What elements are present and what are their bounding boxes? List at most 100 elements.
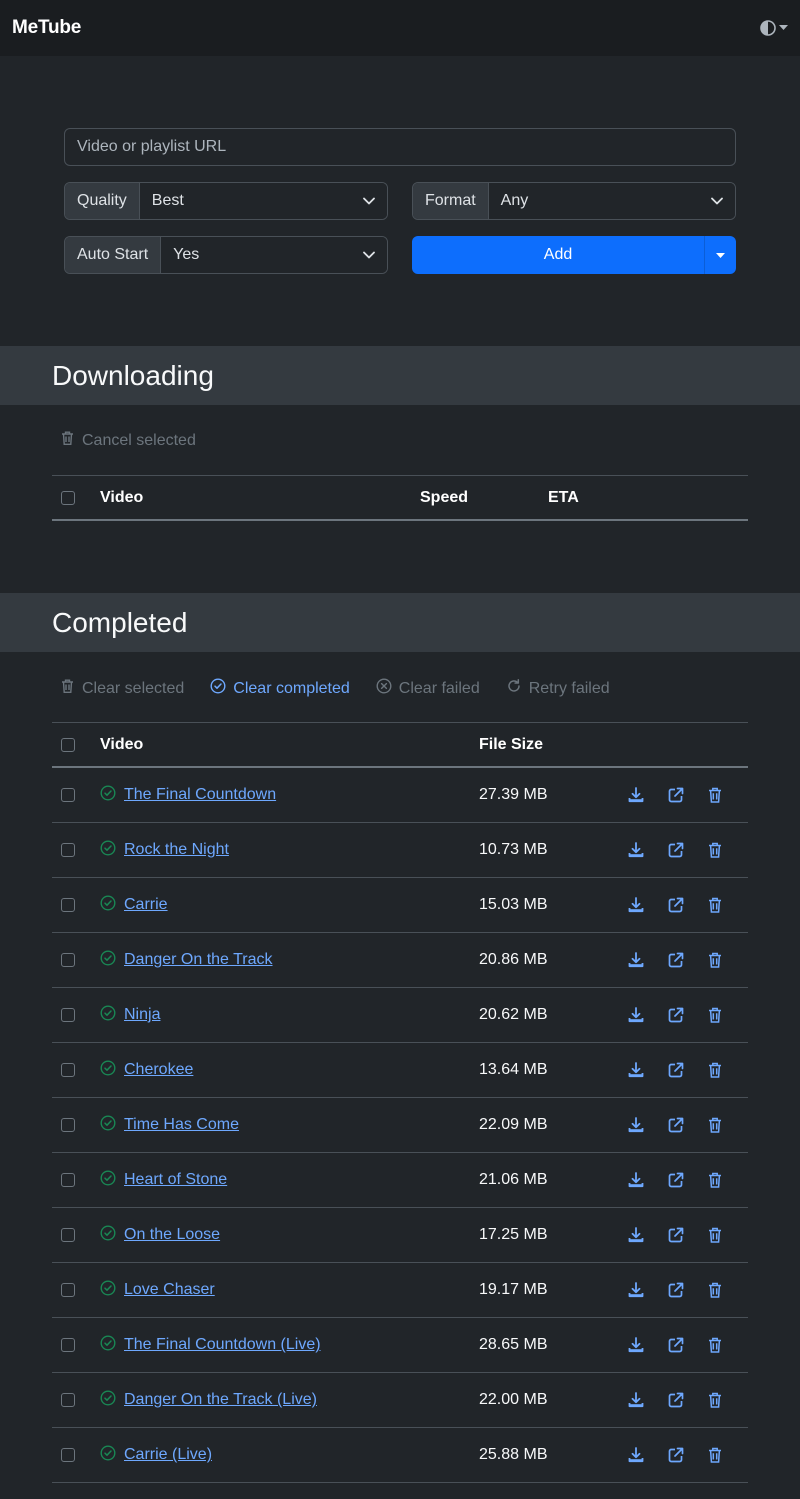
check-circle-icon: [100, 1169, 116, 1191]
external-link-icon[interactable]: [667, 1171, 685, 1189]
video-link[interactable]: On the Loose: [124, 1226, 220, 1244]
trash-icon[interactable]: [707, 1006, 723, 1024]
row-checkbox[interactable]: [61, 1063, 75, 1077]
row-actions: [627, 1061, 723, 1079]
trash-icon[interactable]: [707, 786, 723, 804]
file-size: 20.62 MB: [479, 1006, 548, 1023]
row-actions: [627, 1391, 723, 1409]
download-icon[interactable]: [627, 841, 645, 859]
download-icon[interactable]: [627, 1281, 645, 1299]
retry-failed-label: Retry failed: [528, 679, 610, 697]
external-link-icon[interactable]: [667, 1226, 685, 1244]
trash-icon[interactable]: [707, 1336, 723, 1354]
row-checkbox[interactable]: [61, 1118, 75, 1132]
row-title-cell: Cherokee: [100, 1059, 193, 1081]
retry-failed-button[interactable]: Retry failed: [506, 678, 610, 699]
download-icon[interactable]: [627, 786, 645, 804]
row-actions: [627, 1446, 723, 1464]
format-select[interactable]: Any: [488, 183, 735, 219]
download-icon[interactable]: [627, 1116, 645, 1134]
chevron-down-icon: [363, 246, 375, 264]
external-link-icon[interactable]: [667, 1281, 685, 1299]
external-link-icon[interactable]: [667, 951, 685, 969]
row-checkbox[interactable]: [61, 1228, 75, 1242]
trash-icon[interactable]: [707, 1116, 723, 1134]
check-circle-icon: [100, 1279, 116, 1301]
row-checkbox[interactable]: [61, 1008, 75, 1022]
video-link[interactable]: Danger On the Track (Live): [124, 1391, 317, 1409]
download-icon[interactable]: [627, 1336, 645, 1354]
quality-label: Quality: [65, 183, 140, 219]
clear-selected-button[interactable]: Clear selected: [60, 678, 184, 699]
trash-icon[interactable]: [707, 1446, 723, 1464]
table-row: Danger On the Track 20.86 MB: [52, 933, 748, 988]
external-link-icon[interactable]: [667, 1391, 685, 1409]
download-icon[interactable]: [627, 1391, 645, 1409]
external-link-icon[interactable]: [667, 1336, 685, 1354]
video-link[interactable]: The Final Countdown (Live): [124, 1336, 321, 1354]
add-options-toggle[interactable]: [704, 236, 736, 274]
video-link[interactable]: Love Chaser: [124, 1281, 215, 1299]
add-button[interactable]: Add: [412, 236, 704, 274]
row-checkbox[interactable]: [61, 898, 75, 912]
external-link-icon[interactable]: [667, 786, 685, 804]
trash-icon[interactable]: [707, 1061, 723, 1079]
video-link[interactable]: Carrie (Live): [124, 1446, 212, 1464]
video-link[interactable]: Carrie: [124, 896, 168, 914]
refresh-icon: [506, 678, 522, 699]
quality-value: Best: [151, 192, 184, 209]
trash-icon[interactable]: [707, 1226, 723, 1244]
table-row: The Final Countdown (Live) 28.65 MB: [52, 1318, 748, 1373]
row-checkbox[interactable]: [61, 1393, 75, 1407]
clear-failed-button[interactable]: Clear failed: [376, 678, 480, 699]
download-icon[interactable]: [627, 1061, 645, 1079]
video-link[interactable]: Heart of Stone: [124, 1171, 227, 1189]
download-icon[interactable]: [627, 896, 645, 914]
external-link-icon[interactable]: [667, 1061, 685, 1079]
check-circle-icon: [100, 839, 116, 861]
row-checkbox[interactable]: [61, 788, 75, 802]
trash-icon[interactable]: [707, 1391, 723, 1409]
row-checkbox[interactable]: [61, 1173, 75, 1187]
row-checkbox[interactable]: [61, 1448, 75, 1462]
download-icon[interactable]: [627, 1446, 645, 1464]
video-link[interactable]: Ninja: [124, 1006, 160, 1024]
table-row: Heart of Stone 21.06 MB: [52, 1153, 748, 1208]
external-link-icon[interactable]: [667, 1116, 685, 1134]
trash-icon[interactable]: [707, 896, 723, 914]
completed-header: Completed: [0, 593, 800, 652]
select-all-checkbox[interactable]: [61, 737, 75, 752]
url-input[interactable]: [64, 128, 736, 166]
trash-icon[interactable]: [707, 1281, 723, 1299]
row-checkbox[interactable]: [61, 1283, 75, 1297]
external-link-icon[interactable]: [667, 1006, 685, 1024]
app-title[interactable]: MeTube: [12, 17, 81, 39]
select-all-checkbox[interactable]: [61, 490, 75, 505]
check-circle-icon: [100, 1114, 116, 1136]
video-link[interactable]: Cherokee: [124, 1061, 193, 1079]
download-icon[interactable]: [627, 1226, 645, 1244]
row-checkbox[interactable]: [61, 1338, 75, 1352]
trash-icon[interactable]: [707, 951, 723, 969]
video-link[interactable]: Rock the Night: [124, 841, 229, 859]
trash-icon[interactable]: [707, 841, 723, 859]
video-link[interactable]: Time Has Come: [124, 1116, 239, 1134]
row-checkbox[interactable]: [61, 953, 75, 967]
download-icon[interactable]: [627, 1006, 645, 1024]
table-row: The Final Countdown 27.39 MB: [52, 768, 748, 823]
autostart-select[interactable]: Yes: [161, 237, 387, 273]
row-checkbox[interactable]: [61, 843, 75, 857]
trash-icon[interactable]: [707, 1171, 723, 1189]
quality-select[interactable]: Best: [139, 183, 387, 219]
clear-completed-button[interactable]: Clear completed: [210, 678, 350, 699]
download-icon[interactable]: [627, 951, 645, 969]
external-link-icon[interactable]: [667, 896, 685, 914]
external-link-icon[interactable]: [667, 841, 685, 859]
video-link[interactable]: Danger On the Track: [124, 951, 273, 969]
download-icon[interactable]: [627, 1171, 645, 1189]
theme-toggle[interactable]: [760, 20, 788, 36]
video-link[interactable]: The Final Countdown: [124, 786, 276, 804]
file-size: 13.64 MB: [479, 1061, 548, 1078]
external-link-icon[interactable]: [667, 1446, 685, 1464]
cancel-selected-button[interactable]: Cancel selected: [60, 430, 196, 451]
